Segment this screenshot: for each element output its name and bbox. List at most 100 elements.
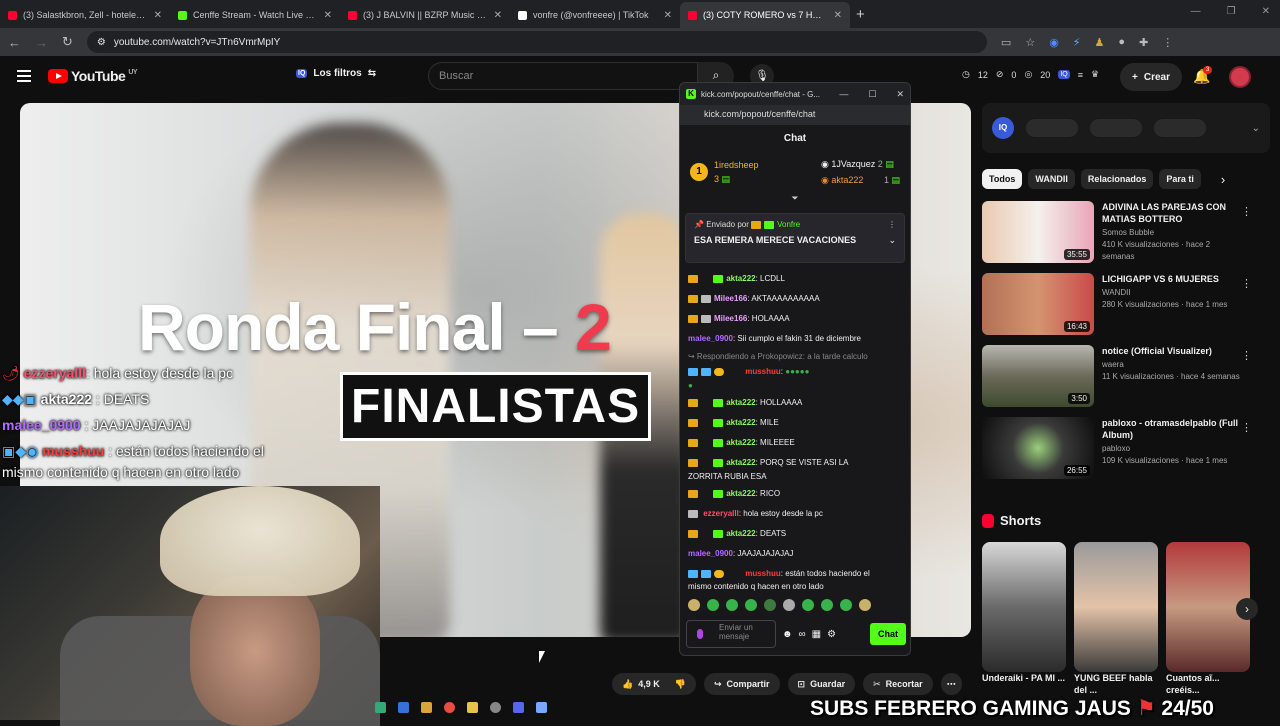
taskbar-app-icon[interactable] xyxy=(421,702,432,713)
store-icon[interactable]: ▦ xyxy=(812,629,821,640)
chip-todos[interactable]: Todos xyxy=(982,169,1023,189)
chat-user[interactable]: akta222 xyxy=(726,529,755,538)
short-title[interactable]: Underaiki - PA MI ... xyxy=(982,672,1066,696)
chat-user[interactable]: musshuu xyxy=(745,569,781,578)
emote-icon[interactable] xyxy=(840,599,852,611)
taskbar-app-icon[interactable] xyxy=(375,702,386,713)
emote-picker-icon[interactable]: ☻ xyxy=(782,629,793,640)
video-title[interactable]: ADIVINA LAS PAREJAS CON MATIAS BOTTERO xyxy=(1102,201,1242,225)
more-options-icon[interactable]: ⋮ xyxy=(1241,277,1252,290)
emote-icon[interactable] xyxy=(821,599,833,611)
forward-icon[interactable]: → xyxy=(35,35,48,50)
like-button[interactable]: 👍 4,9 K 👎 xyxy=(612,673,696,695)
browser-tab-active[interactable]: (3) COTY ROMERO vs 7 HOMBR ✕ xyxy=(680,2,850,28)
filters-button[interactable]: IQ Los filtros ⇆ xyxy=(296,68,376,79)
bookmark-star-icon[interactable]: ☆ xyxy=(1025,36,1035,49)
menu-hamburger-icon[interactable] xyxy=(17,70,31,82)
emote-icon[interactable] xyxy=(764,599,776,611)
site-info-icon[interactable]: ⚙ xyxy=(97,37,106,48)
chat-message-input[interactable]: Enviar un mensaje xyxy=(686,620,776,648)
video-thumbnail[interactable]: 3:50 xyxy=(982,345,1094,407)
taskbar-app-icon[interactable] xyxy=(398,702,409,713)
chat-user[interactable]: akta222 xyxy=(726,458,755,467)
discord-icon[interactable] xyxy=(513,702,524,713)
browser-tab[interactable]: (3) Salastkbron, Zell - hoteles (p ✕ xyxy=(0,2,170,28)
recommended-video[interactable]: 35:55 ADIVINA LAS PAREJAS CON MATIAS BOT… xyxy=(982,201,1270,263)
chat-user[interactable]: akta222 xyxy=(726,418,755,427)
chat-user[interactable]: akta222 xyxy=(726,489,755,498)
chip-wandii[interactable]: WANDII xyxy=(1028,169,1075,189)
more-options-icon[interactable]: ⋮ xyxy=(1241,349,1252,362)
iq-icon[interactable]: IQ xyxy=(1058,70,1070,79)
emote-icon[interactable] xyxy=(707,599,719,611)
youtube-logo[interactable]: YouTube UY xyxy=(48,68,138,84)
emote-icon[interactable] xyxy=(726,599,738,611)
infinity-icon[interactable]: ∞ xyxy=(799,629,806,640)
kick-chat-popout[interactable]: K kick.com/popout/cenffe/chat - G... — ☐… xyxy=(679,82,911,656)
new-tab-button[interactable]: + xyxy=(856,6,865,23)
close-tab-icon[interactable]: ✕ xyxy=(494,10,502,21)
video-title[interactable]: LICHIGAPP VS 6 MUJERES xyxy=(1102,273,1242,285)
video-title[interactable]: notice (Official Visualizer) xyxy=(1102,345,1242,357)
avatar[interactable] xyxy=(1229,66,1251,88)
address-bar[interactable]: ⚙ youtube.com/watch?v=JTn6VmrMpIY xyxy=(86,31,987,53)
short-title[interactable]: YUNG BEEF habla del ... xyxy=(1074,672,1158,696)
maximize-icon[interactable]: ☐ xyxy=(868,89,876,100)
video-thumbnail[interactable]: 26:55 xyxy=(982,417,1094,479)
folder-icon[interactable] xyxy=(467,702,478,713)
chat-user[interactable]: malee_0900 xyxy=(688,549,733,558)
search-input[interactable]: Buscar xyxy=(428,62,698,90)
more-options-icon[interactable]: ⋮ xyxy=(1241,205,1252,218)
pinned-message[interactable]: 📌 Enviado por Vonfre ⋮ ESA REMERA MERECE … xyxy=(685,213,905,263)
reload-icon[interactable]: ↻ xyxy=(62,34,73,50)
video-thumbnail[interactable]: 35:55 xyxy=(982,201,1094,263)
emote-icon[interactable] xyxy=(745,599,757,611)
channel-name[interactable]: Somos Bubble xyxy=(1102,227,1242,239)
short-title[interactable]: Cuantos aĩ... creéis... xyxy=(1166,672,1250,696)
extension-icon[interactable]: ⚡ xyxy=(1073,36,1081,49)
channel-name[interactable]: WANDII xyxy=(1102,287,1242,299)
chat-user[interactable]: musshuu xyxy=(745,367,781,376)
chevron-down-icon[interactable]: ⌄ xyxy=(1252,123,1260,134)
back-icon[interactable]: ← xyxy=(8,35,21,50)
emote-icon[interactable] xyxy=(859,599,871,611)
chat-user[interactable]: Milee166 xyxy=(714,314,747,323)
browser-tab[interactable]: vonfre (@vonfreeee) | TikTok ✕ xyxy=(510,2,680,28)
recommended-video[interactable]: 16:43 LICHIGAPP VS 6 MUJERES WANDII 280 … xyxy=(982,273,1270,335)
shorts-next-arrow-icon[interactable]: › xyxy=(1236,598,1258,620)
recommended-video[interactable]: 26:55 pabloxo - otramasdelpablo (Full Al… xyxy=(982,417,1270,479)
extension-icon[interactable]: ♟ xyxy=(1095,36,1105,49)
chrome-icon[interactable] xyxy=(444,702,455,713)
taskbar-app-icon[interactable] xyxy=(490,702,501,713)
chip-para-ti[interactable]: Para ti xyxy=(1159,169,1201,189)
video-title[interactable]: pabloxo - otramasdelpablo (Full Album) xyxy=(1102,417,1242,441)
chat-user[interactable]: akta222 xyxy=(726,274,755,283)
popout-url[interactable]: kick.com/popout/cenffe/chat xyxy=(680,105,910,125)
close-tab-icon[interactable]: ✕ xyxy=(324,10,332,21)
chip-relacionados[interactable]: Relacionados xyxy=(1080,169,1154,189)
video-thumbnail[interactable]: 16:43 xyxy=(982,273,1094,335)
chat-user[interactable]: Milee166 xyxy=(714,294,747,303)
thumbs-down-icon[interactable]: 👎 xyxy=(675,679,686,690)
more-actions-button[interactable]: ⋯ xyxy=(940,673,962,695)
minimize-icon[interactable]: — xyxy=(839,89,848,100)
taskbar-app-icon[interactable] xyxy=(536,702,547,713)
emote-icon[interactable] xyxy=(783,599,795,611)
menu-icon[interactable]: ⋮ xyxy=(1162,36,1173,49)
cast-icon[interactable]: ▭ xyxy=(1001,36,1011,49)
send-chat-button[interactable]: Chat xyxy=(870,623,906,645)
puzzle-icon[interactable]: ✚ xyxy=(1139,36,1148,49)
create-button[interactable]: + Crear xyxy=(1120,63,1182,91)
iq-pill[interactable] xyxy=(1090,119,1142,137)
maximize-icon[interactable]: ❐ xyxy=(1227,6,1236,17)
close-window-icon[interactable]: ✕ xyxy=(896,89,904,100)
settings-gear-icon[interactable]: ⚙ xyxy=(827,629,836,640)
iq-icon[interactable]: IQ xyxy=(992,117,1014,139)
iq-pill[interactable] xyxy=(1026,119,1078,137)
emote-icon[interactable] xyxy=(802,599,814,611)
close-tab-icon[interactable]: ✕ xyxy=(154,10,162,21)
chevron-right-icon[interactable]: › xyxy=(1221,172,1225,187)
clip-button[interactable]: ✂ Recortar xyxy=(863,673,933,695)
chat-user[interactable]: akta222 xyxy=(726,398,755,407)
browser-tab[interactable]: Cenffe Stream - Watch Live on K ✕ xyxy=(170,2,340,28)
